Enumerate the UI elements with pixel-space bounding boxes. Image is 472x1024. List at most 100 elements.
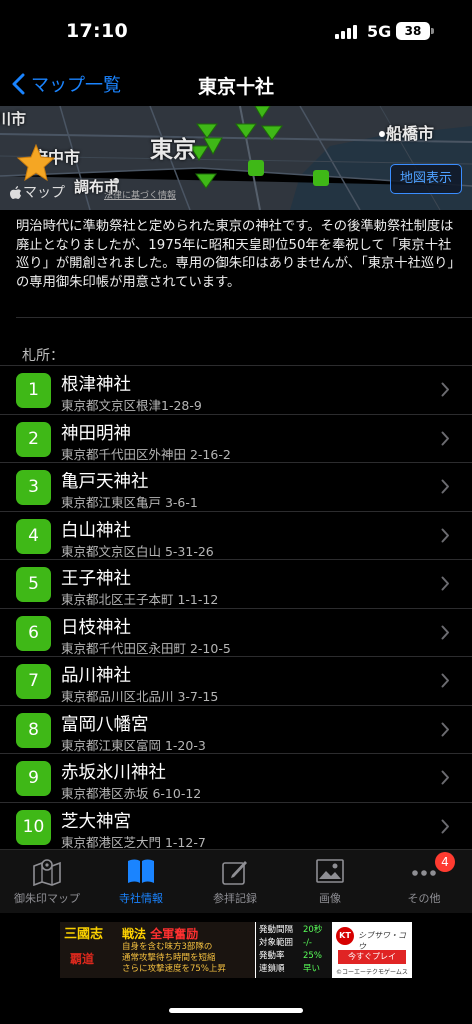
chevron-right-icon: [441, 479, 449, 494]
shrine-name: 芝大神宮: [61, 811, 131, 832]
chevron-right-icon: [441, 625, 449, 639]
battery-icon: 38: [396, 22, 430, 40]
shrine-name: 根津神社: [61, 375, 131, 395]
ad-brand: シブサワ・コウ: [358, 931, 406, 951]
ad-cta-area: KT シブサワ・コウ 今すぐプレイ ©コーエーテクモゲームス: [332, 922, 412, 978]
photo-icon: [316, 859, 344, 883]
ad-banner[interactable]: 三國志 覇道 戦法 全軍奮励 自身を含む味方3部隊の 通常攻撃待ち時間を短縮 さ…: [60, 922, 412, 978]
shrine-address: 東京都文京区白山 5-31-26: [61, 543, 214, 559]
map-label-tokyo: 東京: [150, 137, 196, 163]
list-item[interactable]: 4 白山神社 東京都文京区白山 5-31-26: [0, 510, 472, 560]
shrine-number-badge: 10: [16, 809, 51, 845]
shrine-name: 品川神社: [61, 666, 131, 686]
ad-headline-main: 全軍奮励: [150, 927, 199, 941]
ad-stat-value: 25%: [303, 951, 322, 961]
list-item[interactable]: 1 根津神社 東京都文京区根津1-28-9: [0, 365, 472, 414]
chevron-right-icon: [441, 382, 449, 397]
apple-logo-icon: [10, 185, 21, 199]
ad-brand-logo: KT: [336, 927, 354, 945]
status-time: 17:10: [66, 20, 128, 42]
tab-label: 御朱印マップ: [14, 892, 80, 905]
legal-link[interactable]: 法律に基づく情報: [104, 188, 176, 201]
list-item[interactable]: 2 神田明神 東京都千代田区外神田 2-16-2: [0, 413, 472, 463]
chevron-right-icon: [441, 770, 449, 785]
shrine-number-badge: 6: [16, 615, 51, 651]
ad-artwork: 三國志 覇道 戦法 全軍奮励 自身を含む味方3部隊の 通常攻撃待ち時間を短縮 さ…: [60, 922, 255, 978]
ad-headline: 戦法 全軍奮励: [122, 925, 198, 942]
ad-line: 通常攻撃待ち時間を短縮: [122, 953, 216, 963]
list-item[interactable]: 10 芝大神宮東京都港区芝大門 1-12-7: [0, 801, 472, 851]
network-type: 5G: [367, 22, 392, 41]
shrine-number-badge: 4: [16, 518, 51, 554]
list-item[interactable]: 5 王子神社東京都北区王子本町 1-1-12: [0, 559, 472, 608]
tab-bar: 御朱印マップ 寺社情報 参拝記録 画像 4 その他: [0, 849, 472, 913]
shrine-address: 東京都江東区亀戸 3-6-1: [61, 495, 198, 510]
edit-icon: [222, 861, 247, 885]
shrine-name: 赤坂氷川神社: [61, 763, 166, 783]
tab-label: 寺社情報: [119, 892, 163, 905]
notification-badge: 4: [435, 852, 455, 872]
battery-tip: [431, 28, 434, 34]
ad-game-logo: 三國志: [64, 927, 104, 942]
list-item[interactable]: 8 富岡八幡宮 東京都江東区富岡 1-20-3: [0, 704, 472, 754]
map-view[interactable]: 川市 府中市 調布市 東京 船橋市 マップ 法律に基づく情報 地図表示: [0, 106, 472, 210]
shrine-number-badge: 5: [16, 567, 51, 602]
signal-icon: [335, 25, 359, 39]
ad-game-logo-sub: 覇道: [70, 952, 95, 966]
list-item[interactable]: 7 品川神社東京都品川区北品川 3-7-15: [0, 656, 472, 705]
ad-stat-value: 早い: [303, 964, 321, 974]
ad-line: 自身を含む味方3部隊の: [122, 942, 213, 952]
shrine-address: 東京都港区赤坂 6-10-12: [61, 786, 202, 801]
shrine-name: 亀戸天神社: [61, 472, 149, 492]
apple-maps-attribution[interactable]: マップ: [10, 182, 65, 202]
shrine-number-badge: 8: [16, 712, 51, 748]
chevron-right-icon: [441, 576, 449, 591]
tab-shrine-info[interactable]: 寺社情報: [94, 850, 188, 914]
show-map-button[interactable]: 地図表示: [389, 164, 462, 194]
shrine-address: 東京都品川区北品川 3-7-15: [61, 689, 219, 704]
map-label-funabashi: 船橋市: [386, 124, 435, 143]
map-label-city: 川市: [0, 110, 27, 128]
ad-headline-prefix: 戦法: [122, 927, 147, 941]
shrine-address: 東京都江東区富岡 1-20-3: [61, 737, 206, 753]
shrine-group-description: 明治時代に準勅祭社と定められた東京の神社です。その後準勅祭社制度は廃止となりまし…: [16, 219, 455, 290]
ad-copyright: ©コーエーテクモゲームス: [336, 969, 408, 976]
chevron-right-icon: [441, 722, 449, 736]
ad-stat-value: -/-: [303, 938, 312, 948]
tab-photos[interactable]: 画像: [283, 850, 377, 914]
list-item[interactable]: 6 日枝神社 東京都千代田区永田町 2-10-5: [0, 607, 472, 657]
shrine-name: 神田明神: [61, 423, 131, 444]
home-indicator[interactable]: [169, 1008, 303, 1013]
chevron-right-icon: [441, 819, 449, 833]
ad-stat-label: 対象範囲: [259, 938, 294, 948]
tab-visit-record[interactable]: 参拝記録: [188, 850, 282, 914]
status-bar: 17:10 5G 38: [0, 0, 472, 62]
ad-stats: 発動間隔 20秒 対象範囲 -/- 発動率 25% 連鎖順 早い: [256, 922, 332, 978]
apple-maps-label: マップ: [23, 185, 65, 201]
ad-body: 自身を含む味方3部隊の 通常攻撃待ち時間を短縮 さらに攻撃速度を75%上昇: [122, 942, 226, 975]
list-item[interactable]: 3 亀戸天神社東京都江東区亀戸 3-6-1: [0, 462, 472, 511]
chevron-right-icon: [441, 528, 449, 542]
shrine-address: 東京都港区芝大門 1-12-7: [61, 834, 206, 850]
shrine-number-badge: 7: [16, 664, 51, 699]
ad-play-button[interactable]: 今すぐプレイ: [338, 950, 406, 964]
tab-goshuin-map[interactable]: 御朱印マップ: [0, 850, 94, 914]
ad-stat-label: 連鎖順: [259, 964, 285, 974]
map-icon: [33, 859, 61, 886]
book-icon: [128, 859, 154, 883]
shrine-number-badge: 2: [16, 421, 51, 457]
shrine-number-badge: 3: [16, 470, 51, 505]
ad-line: さらに攻撃速度を75%上昇: [122, 964, 226, 974]
tab-label: 参拝記録: [213, 892, 257, 905]
star-icon: [16, 144, 56, 182]
tab-other[interactable]: 4 その他: [377, 850, 471, 914]
list-item[interactable]: 9 赤坂氷川神社 東京都港区赤坂 6-10-12: [0, 753, 472, 802]
shrine-name: 日枝神社: [61, 617, 131, 638]
ad-stat-value: 20秒: [303, 925, 323, 935]
chevron-right-icon: [441, 673, 449, 688]
chevron-right-icon: [441, 431, 449, 445]
shrine-address: 東京都北区王子本町 1-1-12: [61, 592, 219, 607]
section-label: 札所：: [22, 348, 64, 364]
shrine-name: 王子神社: [61, 569, 131, 589]
shrine-address: 東京都文京区根津1-28-9: [61, 398, 202, 413]
